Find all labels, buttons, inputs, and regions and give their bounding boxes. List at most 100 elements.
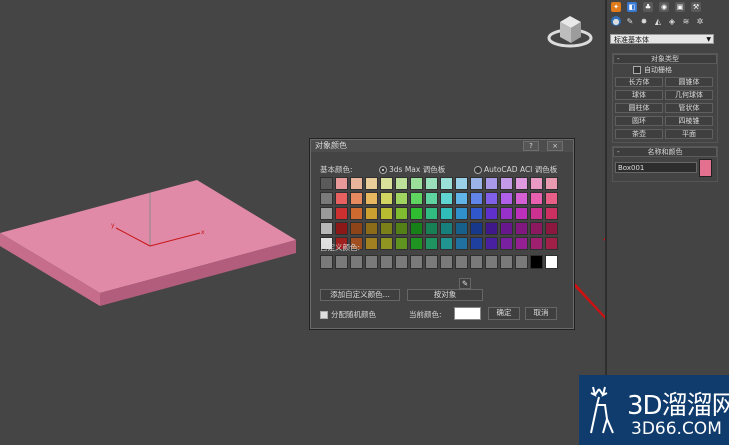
custom-color-swatch[interactable] (410, 255, 423, 269)
teapot-button[interactable]: 茶壶 (615, 129, 663, 139)
display-tab-icon[interactable]: ▣ (675, 2, 685, 12)
basic-color-swatch[interactable] (350, 192, 363, 205)
basic-color-swatch[interactable] (410, 237, 423, 250)
pyramid-button[interactable]: 四棱锥 (665, 116, 713, 126)
custom-color-swatch[interactable] (515, 255, 528, 269)
basic-color-swatch[interactable] (335, 177, 348, 190)
cameras-icon[interactable]: ◭ (653, 16, 663, 26)
basic-color-swatch[interactable] (320, 192, 333, 205)
basic-color-swatch[interactable] (380, 222, 393, 235)
shapes-icon[interactable]: ✎ (625, 16, 635, 26)
ok-button[interactable]: 确定 (488, 307, 520, 320)
basic-color-swatch[interactable] (455, 222, 468, 235)
basic-color-swatch[interactable] (500, 192, 513, 205)
basic-color-swatch[interactable] (425, 177, 438, 190)
basic-color-swatch[interactable] (380, 237, 393, 250)
basic-color-swatch[interactable] (455, 207, 468, 220)
basic-color-swatch[interactable] (425, 192, 438, 205)
basic-color-swatch[interactable] (485, 237, 498, 250)
basic-color-swatch[interactable] (320, 207, 333, 220)
basic-color-swatch[interactable] (335, 222, 348, 235)
basic-color-swatch[interactable] (530, 222, 543, 235)
custom-color-swatch[interactable] (425, 255, 438, 269)
basic-color-swatch[interactable] (320, 177, 333, 190)
custom-color-swatch[interactable] (440, 255, 453, 269)
basic-color-swatch[interactable] (485, 192, 498, 205)
lights-icon[interactable]: ✸ (639, 16, 649, 26)
basic-color-swatch[interactable] (350, 207, 363, 220)
basic-color-swatch[interactable] (515, 222, 528, 235)
random-color-row[interactable]: 分配随机颜色 (320, 309, 376, 320)
basic-color-swatch[interactable] (530, 177, 543, 190)
palette-autocad-option[interactable]: AutoCAD ACI 调色板 (474, 164, 557, 175)
geometry-icon[interactable]: ● (611, 16, 621, 26)
basic-color-swatch[interactable] (485, 222, 498, 235)
viewcube-icon[interactable] (547, 16, 593, 48)
cylinder-button[interactable]: 圆柱体 (615, 103, 663, 113)
box-button[interactable]: 长方体 (615, 77, 663, 87)
basic-color-swatch[interactable] (380, 207, 393, 220)
basic-color-swatch[interactable] (410, 177, 423, 190)
custom-color-swatch[interactable] (485, 255, 498, 269)
object-name-field[interactable]: Box001 (615, 162, 697, 173)
object-color-swatch[interactable] (699, 159, 712, 177)
basic-color-swatch[interactable] (335, 192, 348, 205)
basic-color-swatch[interactable] (425, 237, 438, 250)
helpers-icon[interactable]: ◈ (667, 16, 677, 26)
basic-color-swatch[interactable] (545, 222, 558, 235)
basic-color-swatch[interactable] (515, 237, 528, 250)
basic-color-swatch[interactable] (425, 207, 438, 220)
basic-color-swatch[interactable] (410, 207, 423, 220)
cone-button[interactable]: 圆锥体 (665, 77, 713, 87)
basic-color-swatch[interactable] (350, 177, 363, 190)
autogrid-checkbox[interactable] (633, 66, 641, 74)
current-color-swatch[interactable] (454, 307, 481, 320)
custom-color-swatch[interactable] (365, 255, 378, 269)
basic-color-swatch[interactable] (380, 192, 393, 205)
dialog-titlebar[interactable]: 对象颜色 ? × (311, 140, 573, 152)
utilities-tab-icon[interactable]: ⚒ (691, 2, 701, 12)
custom-color-swatch[interactable] (395, 255, 408, 269)
name-color-rollout-header[interactable]: - 名称和颜色 (613, 147, 717, 157)
basic-color-swatch[interactable] (455, 177, 468, 190)
basic-color-swatch[interactable] (545, 207, 558, 220)
create-tab-icon[interactable]: ✦ (611, 2, 621, 12)
basic-color-swatch[interactable] (395, 237, 408, 250)
basic-color-swatch[interactable] (485, 177, 498, 190)
basic-color-swatch[interactable] (530, 237, 543, 250)
cancel-button[interactable]: 取消 (525, 307, 557, 320)
radio-3dsmax[interactable] (379, 166, 387, 174)
basic-color-swatch[interactable] (530, 192, 543, 205)
basic-color-swatch[interactable] (380, 177, 393, 190)
custom-color-swatch[interactable] (470, 255, 483, 269)
basic-color-swatch[interactable] (410, 222, 423, 235)
box-top-face[interactable] (0, 180, 296, 293)
by-object-button[interactable]: 按对象 (407, 289, 483, 301)
custom-color-swatch[interactable] (455, 255, 468, 269)
basic-color-swatch[interactable] (515, 207, 528, 220)
basic-color-swatch[interactable] (470, 207, 483, 220)
eyedropper-button[interactable]: ✎ (459, 278, 471, 289)
basic-color-swatch[interactable] (485, 207, 498, 220)
basic-color-swatch[interactable] (515, 177, 528, 190)
basic-color-swatch[interactable] (470, 237, 483, 250)
modify-tab-icon[interactable]: ◧ (627, 2, 637, 12)
basic-color-swatch[interactable] (500, 237, 513, 250)
basic-color-swatch[interactable] (545, 192, 558, 205)
basic-color-swatch[interactable] (500, 207, 513, 220)
basic-color-swatch[interactable] (365, 177, 378, 190)
tube-button[interactable]: 管状体 (665, 103, 713, 113)
basic-color-swatch[interactable] (395, 207, 408, 220)
basic-color-swatch[interactable] (440, 237, 453, 250)
help-button[interactable]: ? (523, 141, 539, 151)
basic-color-swatch[interactable] (470, 192, 483, 205)
basic-color-swatch[interactable] (530, 207, 543, 220)
basic-color-swatch[interactable] (335, 207, 348, 220)
random-color-checkbox[interactable] (320, 311, 328, 319)
systems-icon[interactable]: ✲ (695, 16, 705, 26)
basic-color-swatch[interactable] (455, 237, 468, 250)
palette-3dsmax-option[interactable]: 3ds Max 调色板 (379, 164, 445, 175)
basic-color-swatch[interactable] (440, 192, 453, 205)
basic-color-swatch[interactable] (320, 222, 333, 235)
autogrid-row[interactable]: 自动栅格 (633, 66, 672, 75)
